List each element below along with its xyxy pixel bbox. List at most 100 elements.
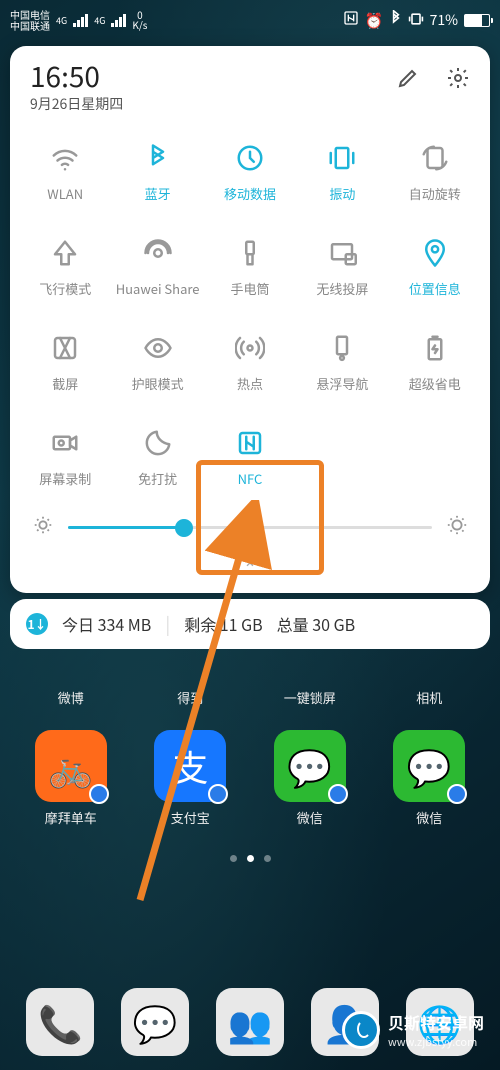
app-label: 相机: [416, 688, 442, 707]
plane-icon: [50, 237, 80, 269]
dnd-icon: [143, 427, 173, 459]
app-微信[interactable]: 💬微信: [259, 730, 361, 827]
data-today: 今日 334 MB: [62, 612, 151, 636]
tile-label: 无线投屏: [316, 279, 368, 298]
page-indicator: [20, 855, 480, 862]
data-usage-bar[interactable]: 1↓ 今日 334 MB | 剩余 11 GB 总量 30 GB: [10, 599, 490, 649]
data-usage-icon: 1↓: [26, 613, 48, 635]
tile-share[interactable]: Huawei Share: [111, 227, 203, 314]
app-label: 一键锁屏: [284, 688, 336, 707]
app-摩拜单车[interactable]: 🚲 摩拜单车: [20, 730, 122, 827]
brightness-row: [18, 504, 482, 547]
home-row-partial: 微博 得到 一键锁屏 相机: [0, 688, 500, 707]
record-icon: [50, 427, 80, 459]
tile-label: WLAN: [47, 184, 83, 203]
tile-cast[interactable]: 无线投屏: [296, 227, 388, 314]
app-得到[interactable]: 得到: [140, 688, 242, 707]
battery-icon: [464, 14, 490, 27]
app-icon: 👥: [216, 988, 284, 1056]
tile-label: Huawei Share: [116, 279, 200, 298]
settings-button[interactable]: [446, 66, 470, 95]
signal-bars-2: [111, 13, 126, 27]
tile-eye[interactable]: 护眼模式: [111, 322, 203, 409]
panel-time: 16:50: [30, 62, 123, 90]
share-icon: [143, 237, 173, 269]
dock-app[interactable]: 📞: [20, 988, 101, 1060]
app-一键锁屏[interactable]: 一键锁屏: [259, 688, 361, 707]
hotspot-icon: [235, 332, 265, 364]
app-微博[interactable]: 微博: [20, 688, 122, 707]
tile-label: 悬浮导航: [316, 374, 368, 393]
tile-vibrate[interactable]: 振动: [296, 132, 388, 219]
vibrate-icon: [327, 142, 357, 174]
carrier-labels: 中国电信 中国联通: [10, 9, 50, 31]
edit-button[interactable]: [396, 66, 420, 95]
app-微信[interactable]: 💬 微信: [379, 730, 481, 827]
app-icon: 💬: [274, 730, 346, 802]
app-label: 微博: [58, 688, 84, 707]
app-row-2: 🚲摩拜单车支支付宝💬微信💬微信: [20, 730, 480, 827]
eye-icon: [143, 332, 173, 364]
vibrate-icon: [408, 10, 424, 31]
tile-screenshot[interactable]: 截屏: [19, 322, 111, 409]
tile-label: 屏幕录制: [39, 469, 91, 488]
bluetooth-icon: [143, 142, 173, 174]
tile-torch[interactable]: 手电筒: [204, 227, 296, 314]
tile-label: 蓝牙: [145, 184, 171, 203]
tile-dnd[interactable]: 免打扰: [111, 417, 203, 504]
tile-data[interactable]: 移动数据: [204, 132, 296, 219]
app-icon: 📞: [26, 988, 94, 1056]
tile-record[interactable]: 屏幕录制: [19, 417, 111, 504]
dock-app[interactable]: 👥: [210, 988, 291, 1060]
app-icon: 🚲: [35, 730, 107, 802]
data-total: 总量 30 GB: [277, 612, 355, 636]
collapse-handle[interactable]: ⌃: [18, 547, 482, 579]
signal-bars-1: [73, 13, 88, 27]
tile-label: 超级省电: [409, 374, 461, 393]
cast-icon: [327, 237, 357, 269]
tile-label: 热点: [237, 374, 263, 393]
tile-label: 移动数据: [224, 184, 276, 203]
tile-label: NFC: [238, 469, 263, 488]
app-icon: 支: [154, 730, 226, 802]
tile-float[interactable]: 悬浮导航: [296, 322, 388, 409]
status-bar: 中国电信 中国联通 4G 4G 0 K/s ⏰ 71%: [0, 0, 500, 40]
brightness-slider[interactable]: [68, 526, 432, 529]
wifi-icon: [50, 142, 80, 174]
watermark-url: www.zjbstyy.com: [388, 1034, 484, 1050]
alarm-icon: ⏰: [365, 10, 384, 31]
tile-battery[interactable]: 超级省电: [389, 322, 481, 409]
dock-app[interactable]: 💬: [115, 988, 196, 1060]
watermark: 贝斯特安卓网 www.zjbstyy.com: [342, 1010, 484, 1050]
tiles-grid: WLAN 蓝牙 移动数据 振动自动旋转飞行模式 Huawei Share 手电筒 无线投屏 位…: [18, 132, 482, 504]
app-相机[interactable]: 相机: [379, 688, 481, 707]
tile-label: 免打扰: [138, 469, 177, 488]
network-gen-2: 4G: [94, 14, 105, 27]
app-icon: 💬: [393, 730, 465, 802]
app-label: 摩拜单车: [45, 808, 97, 827]
tile-label: 飞行模式: [39, 279, 91, 298]
app-支付宝[interactable]: 支支付宝: [140, 730, 242, 827]
watermark-title: 贝斯特安卓网: [388, 1010, 484, 1034]
tile-wifi[interactable]: WLAN: [19, 132, 111, 219]
tile-hotspot[interactable]: 热点: [204, 322, 296, 409]
location-icon: [420, 237, 450, 269]
tile-label: 护眼模式: [132, 374, 184, 393]
tile-rotate[interactable]: 自动旋转: [389, 132, 481, 219]
tile-label: 自动旋转: [409, 184, 461, 203]
battery-percentage: 71%: [430, 10, 458, 30]
torch-icon: [235, 237, 265, 269]
brightness-low-icon: [32, 514, 54, 541]
bluetooth-icon: [390, 10, 402, 31]
app-icon: 💬: [121, 988, 189, 1056]
nfc-icon: [235, 427, 265, 459]
tile-label: 手电筒: [230, 279, 269, 298]
app-label: 微信: [416, 808, 442, 827]
nfc-icon: [343, 10, 359, 31]
tile-plane[interactable]: 飞行模式: [19, 227, 111, 314]
tile-location[interactable]: 位置信息: [389, 227, 481, 314]
watermark-logo: [342, 1011, 380, 1049]
quick-settings-panel: 16:50 9月26日星期四 WLAN蓝牙移动数据振动自动旋转飞行模式Huawe…: [10, 46, 490, 593]
tile-nfc[interactable]: NFC: [204, 417, 296, 504]
tile-bluetooth[interactable]: 蓝牙: [111, 132, 203, 219]
